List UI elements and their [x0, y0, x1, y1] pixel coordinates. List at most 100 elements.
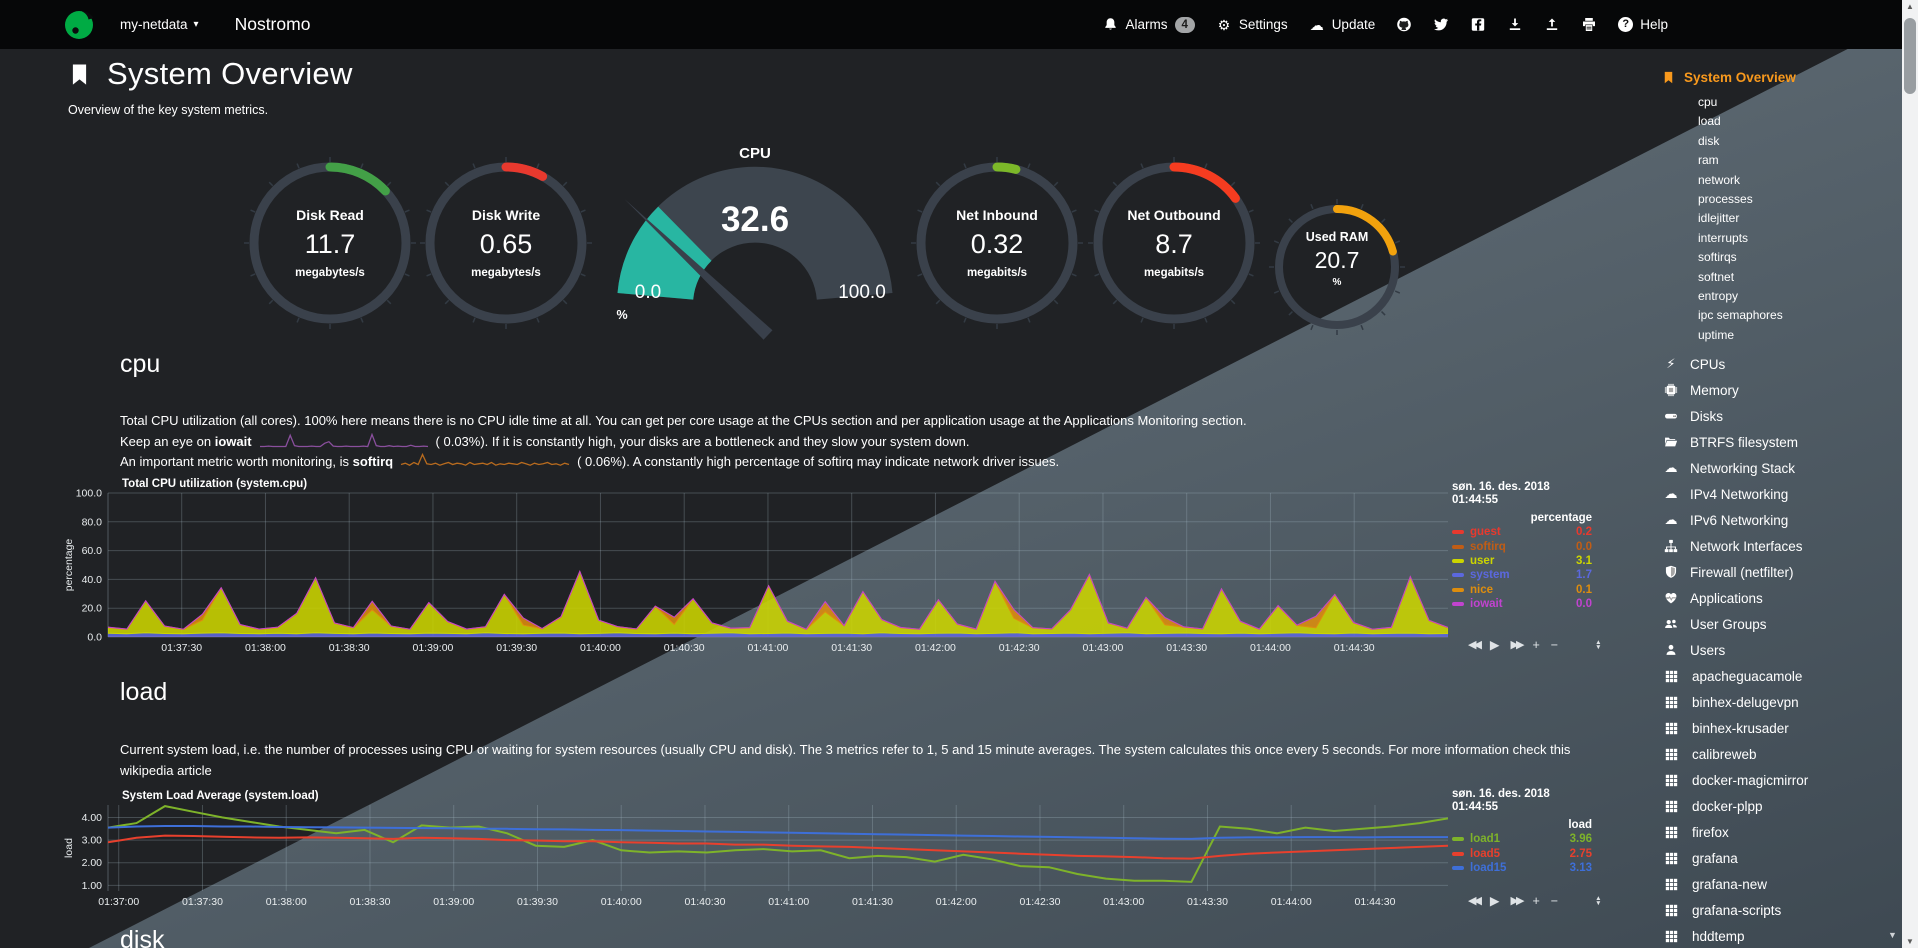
- legend-swatch: [1452, 588, 1464, 592]
- legend-label: user: [1470, 555, 1494, 567]
- print-icon: [1581, 17, 1597, 33]
- sidebar-item-entropy[interactable]: entropy: [1698, 287, 1900, 306]
- cpu-legend-item-iowait[interactable]: iowait0.0: [1452, 597, 1592, 611]
- scrollbar[interactable]: ▲ ▼: [1902, 0, 1918, 948]
- sidebar-item-network[interactable]: network: [1698, 171, 1900, 190]
- sidebar-section-disks[interactable]: Disks: [1662, 403, 1900, 429]
- my-netdata-menu[interactable]: my-netdata ▾: [114, 16, 205, 33]
- sidebar-app-calibreweb[interactable]: calibreweb: [1662, 741, 1900, 767]
- gauge-unit: megabits/s: [909, 267, 1085, 279]
- cpu-chart[interactable]: 0.020.040.060.080.0100.001:37:3001:38:00…: [56, 470, 1666, 670]
- github-button[interactable]: [1396, 17, 1412, 33]
- sidebar-section-applications[interactable]: Applications: [1662, 585, 1900, 611]
- sidebar-app-docker-plpp[interactable]: docker-plpp: [1662, 793, 1900, 819]
- sidebar-item-idlejitter[interactable]: idlejitter: [1698, 209, 1900, 228]
- sidebar-app-grafana-new[interactable]: grafana-new: [1662, 871, 1900, 897]
- cpu-chart-zoom-out-button[interactable]: −: [1551, 639, 1558, 651]
- help-button[interactable]: ? Help: [1618, 17, 1668, 32]
- sidebar-section-ipv4-networking[interactable]: ☁IPv4 Networking: [1662, 481, 1900, 507]
- section-heading-cpu: cpu: [120, 350, 160, 379]
- sidebar-item-uptime[interactable]: uptime: [1698, 326, 1900, 345]
- gauge-used-ram[interactable]: Used RAM 20.7 %: [1267, 197, 1407, 337]
- export-snapshot-button[interactable]: [1507, 17, 1523, 33]
- sidebar-section-user-groups[interactable]: User Groups: [1662, 611, 1900, 637]
- sidebar-app-apacheguacamole[interactable]: apacheguacamole: [1662, 663, 1900, 689]
- hostname[interactable]: Nostromo: [235, 14, 311, 35]
- cloud-icon: ☁: [1662, 512, 1680, 528]
- facebook-button[interactable]: [1470, 17, 1486, 33]
- load-chart[interactable]: 1.002.003.004.0001:37:0001:37:3001:38:00…: [56, 778, 1666, 911]
- sidebar-item-ipc-semaphores[interactable]: ipc semaphores: [1698, 306, 1900, 325]
- gauge-net-inbound[interactable]: Net Inbound 0.32 megabits/s: [909, 155, 1085, 331]
- cpu-legend-item-nice[interactable]: nice0.1: [1452, 583, 1592, 597]
- svg-text:01:39:00: 01:39:00: [433, 896, 474, 908]
- sidebar-app-grafana[interactable]: grafana: [1662, 845, 1900, 871]
- sidebar-section-memory[interactable]: Memory: [1662, 377, 1900, 403]
- update-button[interactable]: ☁ Update: [1309, 17, 1376, 33]
- sidebar-item-system-overview[interactable]: System Overview: [1662, 70, 1900, 85]
- sidebar-item-interrupts[interactable]: interrupts: [1698, 229, 1900, 248]
- sidebar-item-load[interactable]: load: [1698, 112, 1900, 131]
- cpu-chart-backward-button[interactable]: ◀◀: [1468, 639, 1479, 651]
- load-legend-item-load15[interactable]: load153.13: [1452, 861, 1592, 875]
- alarms-button[interactable]: Alarms 4: [1102, 17, 1194, 33]
- sidebar-section-network-interfaces[interactable]: Network Interfaces: [1662, 533, 1900, 559]
- load-chart-zoom-in-button[interactable]: +: [1532, 895, 1539, 907]
- gauge-cpu[interactable]: CPU 32.6 0.0 100.0 %: [605, 140, 905, 345]
- scrollbar-down-arrow[interactable]: ▼: [1902, 937, 1918, 946]
- legend-label: load5: [1470, 848, 1500, 860]
- sidebar-app-firefox[interactable]: firefox: [1662, 819, 1900, 845]
- gauge-disk-write[interactable]: Disk Write 0.65 megabytes/s: [418, 155, 594, 331]
- cpu-legend-item-softirq[interactable]: softirq0.0: [1452, 539, 1592, 553]
- iowait-sparkline[interactable]: [259, 433, 429, 448]
- github-icon: [1396, 17, 1412, 33]
- svg-text:01:44:30: 01:44:30: [1355, 896, 1396, 908]
- gauge-net-outbound[interactable]: Net Outbound 8.7 megabits/s: [1086, 155, 1262, 331]
- load-chart-forward-button[interactable]: ▶▶: [1511, 895, 1522, 907]
- softirq-sparkline[interactable]: [400, 453, 570, 468]
- sidebar-item-disk[interactable]: disk: [1698, 132, 1900, 151]
- sidebar-section-users[interactable]: Users: [1662, 637, 1900, 663]
- netdata-logo-icon[interactable]: [62, 8, 96, 42]
- load-chart-resize-handle[interactable]: ▲▼: [1595, 896, 1601, 907]
- cpu-legend-item-guest[interactable]: guest0.2: [1452, 525, 1592, 539]
- sidebar-app-grafana-scripts[interactable]: grafana-scripts: [1662, 897, 1900, 923]
- import-snapshot-button[interactable]: [1544, 17, 1560, 33]
- cpu-chart-resize-handle[interactable]: ▲▼: [1595, 640, 1601, 651]
- sidebar-section-btrfs-filesystem[interactable]: BTRFS filesystem: [1662, 429, 1900, 455]
- legend-swatch: [1452, 866, 1464, 870]
- load-chart-zoom-out-button[interactable]: −: [1551, 895, 1558, 907]
- sidebar-section-ipv6-networking[interactable]: ☁IPv6 Networking: [1662, 507, 1900, 533]
- cpu-chart-zoom-in-button[interactable]: +: [1532, 639, 1539, 651]
- sidebar-section-firewall-netfilter-[interactable]: Firewall (netfilter): [1662, 559, 1900, 585]
- legend-swatch: [1452, 559, 1464, 563]
- print-button[interactable]: [1581, 17, 1597, 33]
- scrollbar-up-arrow[interactable]: ▲: [1902, 2, 1918, 11]
- gauge-disk-read[interactable]: Disk Read 11.7 megabytes/s: [242, 155, 418, 331]
- sidebar-item-processes[interactable]: processes: [1698, 190, 1900, 209]
- sidebar-app-binhex-delugevpn[interactable]: binhex-delugevpn: [1662, 689, 1900, 715]
- load-chart-play-button[interactable]: ▶: [1490, 895, 1500, 907]
- cpu-chart-forward-button[interactable]: ▶▶: [1511, 639, 1522, 651]
- twitter-icon: [1433, 17, 1449, 33]
- scrollbar-thumb[interactable]: [1904, 18, 1916, 94]
- sidebar-item-softirqs[interactable]: softirqs: [1698, 248, 1900, 267]
- sidebar-item-softnet[interactable]: softnet: [1698, 268, 1900, 287]
- twitter-button[interactable]: [1433, 17, 1449, 33]
- cpu-legend-item-system[interactable]: system1.7: [1452, 568, 1592, 582]
- load-legend-item-load1[interactable]: load13.96: [1452, 832, 1592, 846]
- sidebar-app-hddtemp[interactable]: hddtemp: [1662, 923, 1900, 948]
- cpu-legend-item-user[interactable]: user3.1: [1452, 554, 1592, 568]
- svg-text:01:44:00: 01:44:00: [1250, 642, 1291, 654]
- settings-button[interactable]: ⚙ Settings: [1216, 17, 1288, 33]
- sidebar-app-docker-magicmirror[interactable]: docker-magicmirror: [1662, 767, 1900, 793]
- sidebar-app-binhex-krusader[interactable]: binhex-krusader: [1662, 715, 1900, 741]
- sidebar-section-cpus[interactable]: ⚡CPUs: [1662, 351, 1900, 377]
- cpu-chart-play-button[interactable]: ▶: [1490, 639, 1500, 651]
- load-chart-backward-button[interactable]: ◀◀: [1468, 895, 1479, 907]
- sidebar-section-networking-stack[interactable]: ☁Networking Stack: [1662, 455, 1900, 481]
- sidebar-item-cpu[interactable]: cpu: [1698, 93, 1900, 112]
- sidebar-item-ram[interactable]: ram: [1698, 151, 1900, 170]
- load-description: Current system load, i.e. the number of …: [120, 740, 1590, 781]
- load-legend-item-load5[interactable]: load52.75: [1452, 846, 1592, 860]
